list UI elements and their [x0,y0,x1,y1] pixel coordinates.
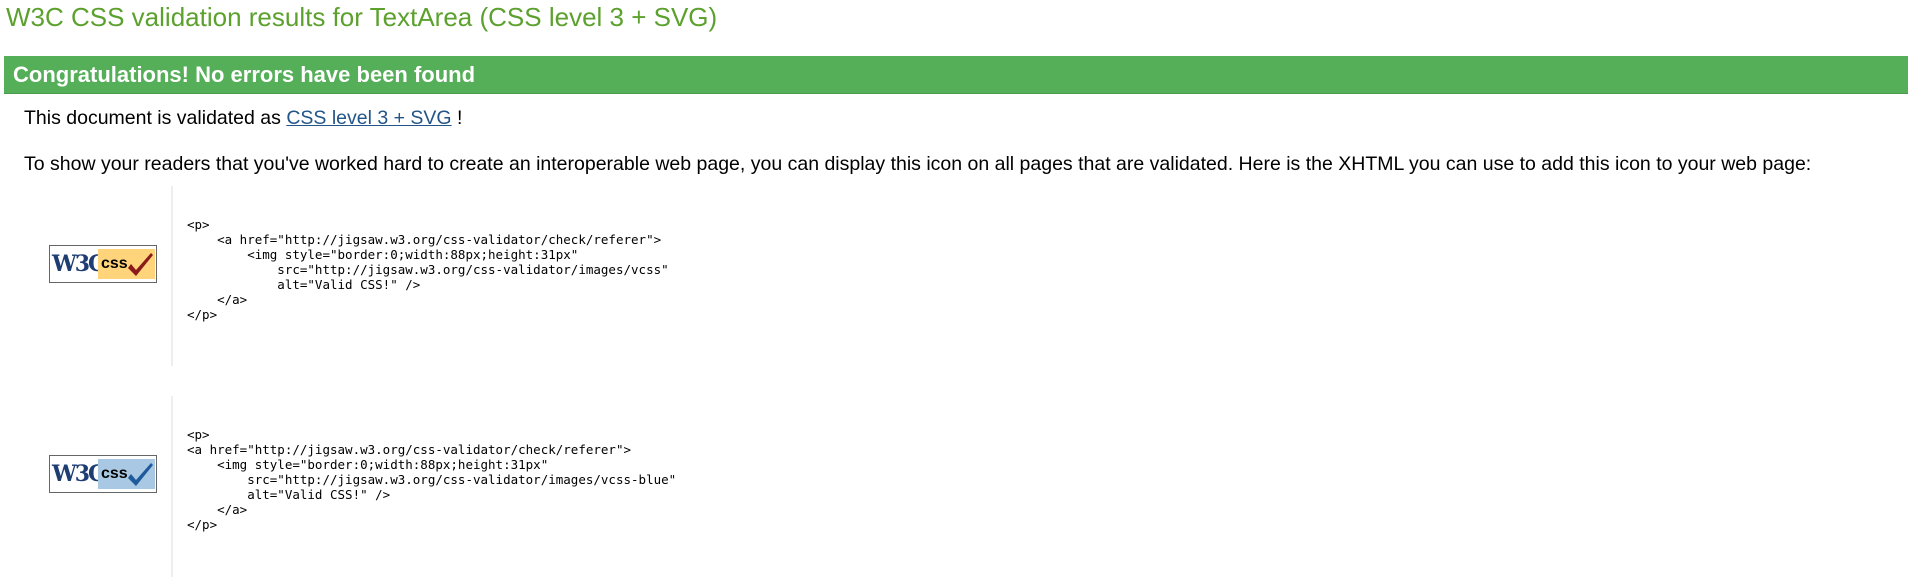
badge-accent-panel: css [98,459,155,489]
valid-css-gold-badge-icon[interactable]: W3C css [49,245,157,283]
code-divider [171,396,173,577]
w3c-logo-text: W3C [52,251,106,277]
badge-code-snippet[interactable]: <p> <a href="http://jigsaw.w3.org/css-va… [187,217,669,322]
success-banner-text: Congratulations! No errors have been fou… [13,62,476,87]
code-divider [171,186,173,366]
success-banner: Congratulations! No errors have been fou… [4,56,1908,94]
check-icon [128,463,153,486]
badge-code-snippet[interactable]: <p> <a href="http://jigsaw.w3.org/css-va… [187,427,676,532]
validated-suffix: ! [457,107,463,129]
badge-accent-panel: css [98,249,155,279]
icon-info-text: To show your readers that you've worked … [24,153,1812,175]
css-profile-link[interactable]: CSS level 3 + SVG [286,107,451,129]
check-icon [128,253,153,276]
w3c-logo-text: W3C [52,461,106,487]
badge-css-text: css [101,465,128,482]
page-title: W3C CSS validation results for TextArea … [6,2,718,32]
badge-css-text: css [101,255,128,272]
validated-prefix: This document is validated as [24,107,281,129]
valid-css-blue-badge-icon[interactable]: W3C css [49,455,157,493]
validated-as-line: This document is validated as CSS level … [24,106,462,130]
